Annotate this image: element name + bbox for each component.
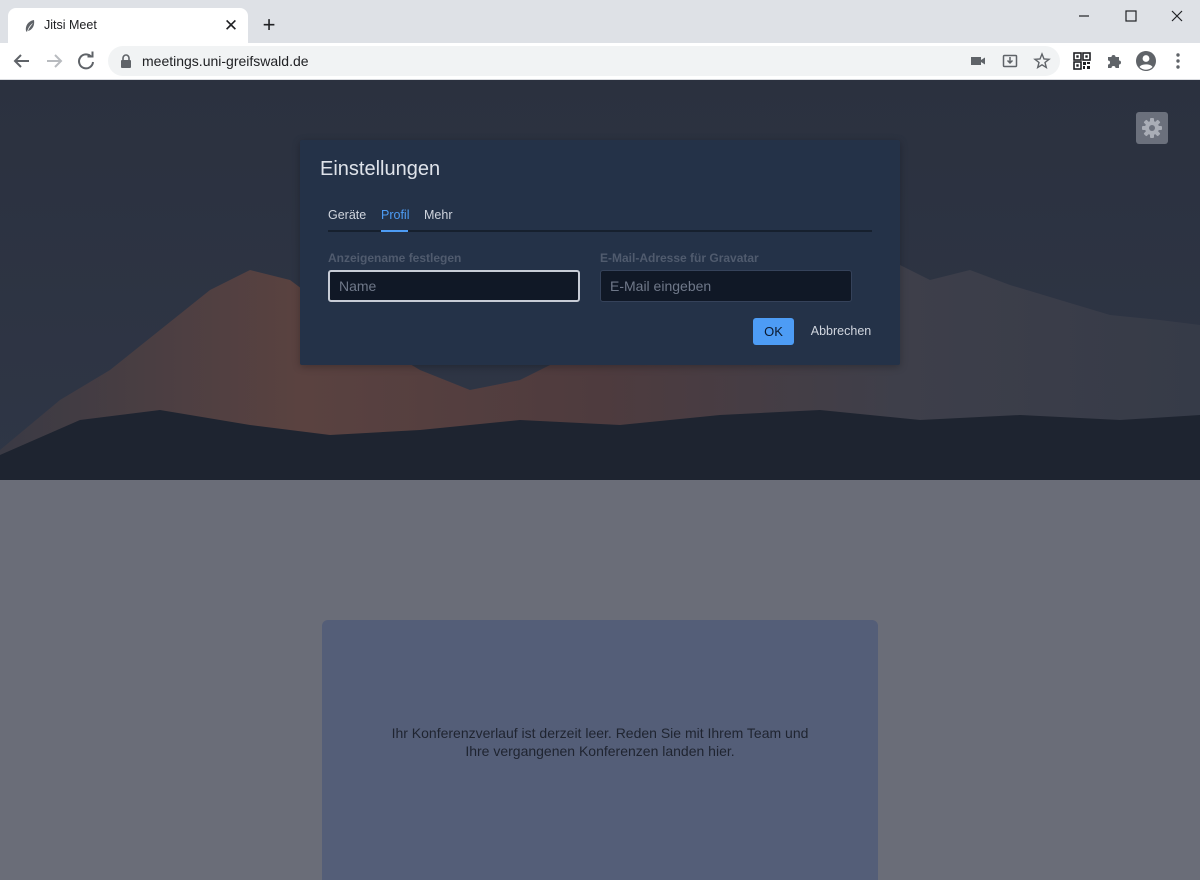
close-icon[interactable]: ✕ [222, 17, 240, 35]
settings-dialog: Einstellungen Geräte Profil Mehr Anzeige… [300, 140, 900, 365]
gravatar-email-input[interactable] [600, 270, 852, 302]
tab-devices[interactable]: Geräte [328, 208, 366, 222]
settings-button[interactable] [1136, 112, 1168, 144]
camera-icon[interactable] [969, 52, 987, 70]
ok-button[interactable]: OK [753, 318, 794, 345]
maximize-icon[interactable] [1119, 4, 1143, 28]
window-close-icon[interactable] [1165, 4, 1189, 28]
forward-arrow-icon[interactable] [43, 50, 65, 72]
install-icon[interactable] [1001, 52, 1019, 70]
star-icon[interactable] [1033, 52, 1051, 70]
jitsi-feather-icon [25, 20, 35, 32]
profile-icon[interactable] [1135, 50, 1157, 72]
gravatar-email-label: E-Mail-Adresse für Gravatar [600, 251, 759, 265]
meeting-history-panel: Ihr Konferenzverlauf ist derzeit leer. R… [322, 620, 878, 880]
address-bar[interactable]: meetings.uni-greifswald.de [108, 46, 1060, 76]
back-arrow-icon[interactable] [11, 50, 33, 72]
active-tab-indicator [381, 230, 408, 232]
dialog-title: Einstellungen [320, 158, 441, 180]
minimize-icon[interactable] [1072, 4, 1096, 28]
extensions-icon[interactable] [1103, 50, 1125, 72]
empty-history-message: Ihr Konferenzverlauf ist derzeit leer. R… [391, 725, 809, 759]
browser-tab-strip: Jitsi Meet ✕ + [0, 0, 1200, 43]
cancel-button[interactable]: Abbrechen [806, 318, 876, 345]
browser-tab[interactable]: Jitsi Meet ✕ [8, 8, 248, 43]
display-name-label: Anzeigename festlegen [328, 251, 462, 265]
lock-icon[interactable] [120, 54, 132, 68]
display-name-input[interactable] [328, 270, 580, 302]
reload-icon[interactable] [75, 50, 97, 72]
qr-code-icon[interactable] [1071, 50, 1093, 72]
url-text[interactable]: meetings.uni-greifswald.de [142, 53, 309, 69]
tab-title: Jitsi Meet [44, 18, 97, 32]
tab-more[interactable]: Mehr [424, 208, 452, 222]
browser-toolbar: meetings.uni-greifswald.de [0, 43, 1200, 80]
menu-icon[interactable] [1167, 50, 1189, 72]
tab-profile[interactable]: Profil [381, 208, 409, 222]
plus-icon[interactable]: + [257, 14, 281, 38]
dialog-tabs: Geräte Profil Mehr [328, 206, 872, 232]
gear-icon [1142, 118, 1162, 138]
